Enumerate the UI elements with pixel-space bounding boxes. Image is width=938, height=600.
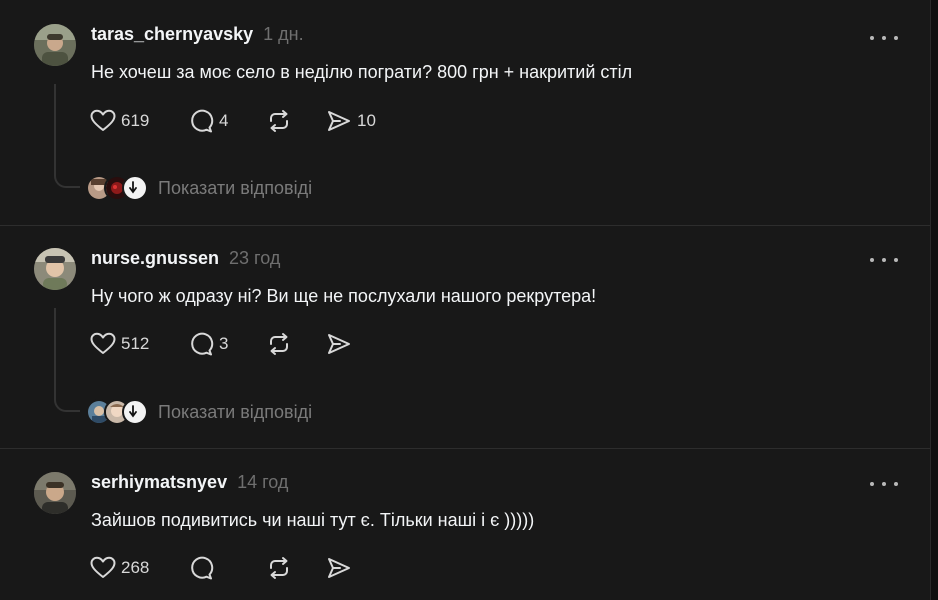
thread-elbow <box>54 170 80 188</box>
post-header: nurse.gnussen 23 год <box>91 248 280 276</box>
like-count: 268 <box>121 558 150 577</box>
more-icon[interactable] <box>870 474 898 494</box>
more-icon[interactable] <box>870 28 898 48</box>
like-count: 619 <box>121 111 150 130</box>
show-replies-link[interactable]: Показати відповіді <box>86 399 312 425</box>
like-button[interactable]: 512 <box>90 332 188 356</box>
repost-button[interactable] <box>266 109 326 133</box>
avatar[interactable] <box>34 24 76 66</box>
repost-button[interactable] <box>266 332 326 356</box>
repost-icon <box>270 557 288 579</box>
like-count: 512 <box>121 334 150 353</box>
comment-count: 4 <box>219 111 229 130</box>
reply-arrow-icon <box>122 399 148 425</box>
comment-bubble-icon <box>191 556 214 580</box>
post-header: taras_chernyavsky 1 дн. <box>91 24 304 52</box>
heart-icon <box>90 332 116 354</box>
avatar[interactable] <box>34 472 76 514</box>
comment-count: 3 <box>219 334 229 353</box>
post-header: serhiymatsnyev 14 год <box>91 472 288 500</box>
heart-icon <box>90 109 116 131</box>
like-button[interactable]: 268 <box>90 556 188 580</box>
more-icon[interactable] <box>870 250 898 270</box>
comment-button[interactable]: 3 <box>188 332 266 356</box>
show-replies-link[interactable]: Показати відповіді <box>86 175 312 201</box>
send-icon <box>328 111 350 131</box>
share-button[interactable] <box>326 556 357 580</box>
send-icon <box>328 334 350 354</box>
avatar[interactable] <box>34 248 76 290</box>
share-count: 10 <box>357 111 376 130</box>
timestamp[interactable]: 23 год <box>229 248 280 269</box>
share-button[interactable] <box>326 332 357 356</box>
action-bar: 512 3 <box>90 329 357 359</box>
action-bar: 268 <box>90 553 357 583</box>
like-button[interactable]: 619 <box>90 109 188 133</box>
comment-bubble-icon <box>191 332 214 356</box>
repost-icon <box>270 333 288 355</box>
show-replies-label: Показати відповіді <box>158 177 313 198</box>
post-text: Ну чого ж одразу ні? Ви ще не послухали … <box>91 286 597 306</box>
reply-arrow-icon <box>122 175 148 201</box>
username[interactable]: taras_chernyavsky <box>91 24 253 45</box>
username[interactable]: serhiymatsnyev <box>91 472 227 493</box>
post-text: Зайшов подивитись чи наші тут є. Тільки … <box>91 510 535 530</box>
repost-button[interactable] <box>266 556 326 580</box>
comment-bubble-icon <box>191 109 214 133</box>
divider <box>0 225 930 226</box>
thread-line <box>54 308 56 398</box>
action-bar: 619 4 10 <box>90 106 376 136</box>
timestamp[interactable]: 14 год <box>237 472 288 493</box>
replies-panel: taras_chernyavsky 1 дн. Не хочеш за моє … <box>0 0 931 600</box>
username[interactable]: nurse.gnussen <box>91 248 219 269</box>
comment-button[interactable] <box>188 556 266 580</box>
comment-button[interactable]: 4 <box>188 109 266 133</box>
thread-elbow <box>54 394 80 412</box>
timestamp[interactable]: 1 дн. <box>263 24 303 45</box>
send-icon <box>328 558 350 578</box>
repost-icon <box>270 110 288 132</box>
divider <box>0 448 930 449</box>
thread-line <box>54 84 56 174</box>
show-replies-label: Показати відповіді <box>158 401 313 422</box>
share-button[interactable]: 10 <box>326 109 376 133</box>
post-text: Не хочеш за моє село в неділю пограти? 8… <box>91 62 633 82</box>
heart-icon <box>90 556 116 578</box>
